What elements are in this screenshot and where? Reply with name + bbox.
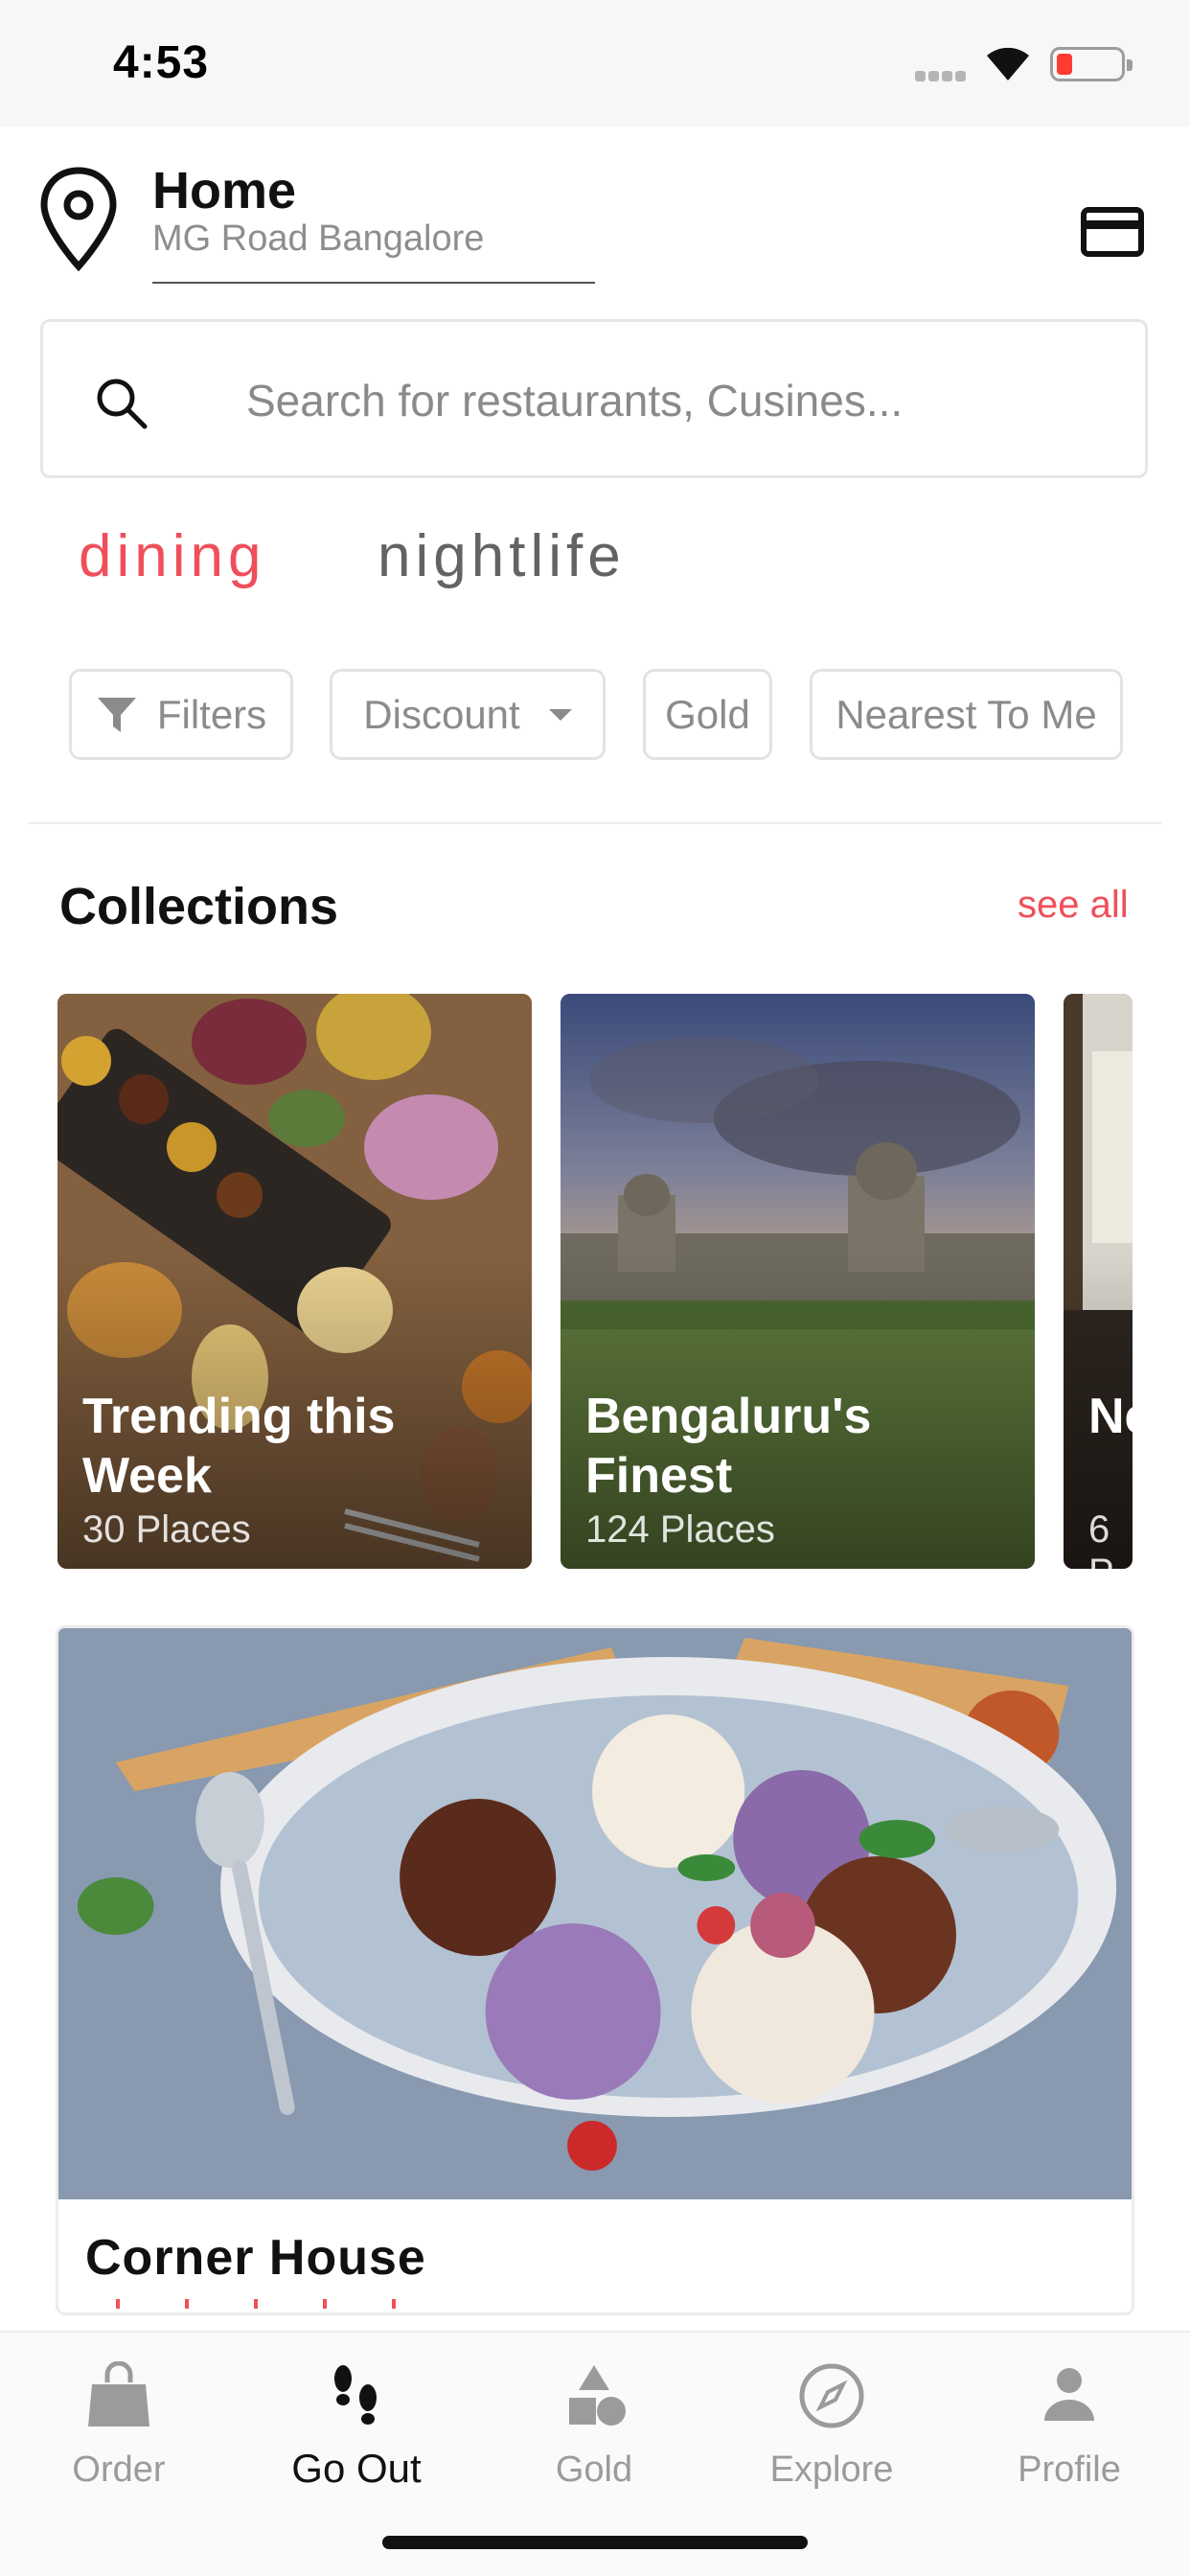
credit-card-icon[interactable] <box>1081 207 1144 257</box>
discount-chip-label: Discount <box>363 691 520 737</box>
person-icon <box>1044 2368 1094 2421</box>
nav-label: Order <box>72 2450 166 2490</box>
section-divider <box>29 822 1161 824</box>
collections-title: Collections <box>59 878 339 935</box>
shopping-bag-icon <box>88 2361 149 2426</box>
search-input[interactable] <box>246 360 1109 441</box>
caret-down-icon <box>548 708 572 721</box>
nav-explore[interactable]: Explore <box>713 2333 950 2505</box>
nav-label: Profile <box>1018 2450 1121 2490</box>
battery-icon <box>1050 47 1133 81</box>
rating-indicator <box>116 2299 499 2312</box>
nearest-chip-label: Nearest To Me <box>835 691 1097 737</box>
filters-chip-label: Filters <box>156 691 267 737</box>
tab-nightlife[interactable]: nightlife <box>378 522 626 590</box>
collection-card-title: Ne <box>1088 1389 1133 1444</box>
filters-chip[interactable]: Filters <box>69 669 293 760</box>
collection-card-count: 6 P <box>1088 1508 1114 1569</box>
collection-card-partial[interactable]: Ne 6 P <box>1064 994 1133 1569</box>
collection-card-count: 30 Places <box>82 1508 251 1551</box>
nav-label: Explore <box>769 2450 894 2490</box>
cellular-signal-icon <box>915 69 971 81</box>
collection-card-count: 124 Places <box>585 1508 775 1551</box>
shapes-icon <box>569 2365 626 2426</box>
nav-profile[interactable]: Profile <box>950 2333 1188 2505</box>
location-pin-icon <box>40 167 117 272</box>
collection-card-title: Trending this Week <box>82 1389 396 1504</box>
home-indicator[interactable] <box>382 2536 808 2549</box>
gold-chip-label: Gold <box>665 691 750 737</box>
location-title: Home <box>152 162 297 219</box>
collection-card-bengaluru[interactable]: Bengaluru's Finest 124 Places <box>561 994 1035 1569</box>
nav-go-out[interactable]: Go Out <box>238 2333 475 2505</box>
tab-dining[interactable]: dining <box>79 522 265 590</box>
funnel-icon <box>97 697 136 732</box>
nav-order[interactable]: Order <box>0 2333 238 2505</box>
nearest-chip[interactable]: Nearest To Me <box>810 669 1123 760</box>
wifi-icon <box>987 47 1029 80</box>
restaurant-card[interactable]: Corner House <box>56 1625 1134 2315</box>
location-selector[interactable]: Home MG Road Bangalore <box>38 153 613 288</box>
collection-card-trending[interactable]: Trending this Week 30 Places <box>57 994 532 1569</box>
nav-gold[interactable]: Gold <box>475 2333 713 2505</box>
search-bar[interactable] <box>40 319 1148 478</box>
restaurant-photo-ice-cream <box>58 1628 1132 2199</box>
search-icon <box>97 379 148 429</box>
gold-chip[interactable]: Gold <box>643 669 772 760</box>
collection-card-title: Bengaluru's Finest <box>585 1389 872 1504</box>
status-bar: 4:53 <box>0 0 1190 126</box>
discount-chip[interactable]: Discount <box>330 669 606 760</box>
nav-label: Gold <box>555 2450 633 2490</box>
location-subtitle: MG Road Bangalore <box>152 218 485 259</box>
restaurant-name: Corner House <box>85 2230 426 2286</box>
nav-label: Go Out <box>291 2446 422 2491</box>
footprints-icon <box>334 2365 377 2425</box>
location-underline <box>152 282 595 284</box>
status-time: 4:53 <box>113 37 210 88</box>
see-all-link[interactable]: see all <box>1018 884 1129 927</box>
compass-icon <box>799 2363 864 2428</box>
